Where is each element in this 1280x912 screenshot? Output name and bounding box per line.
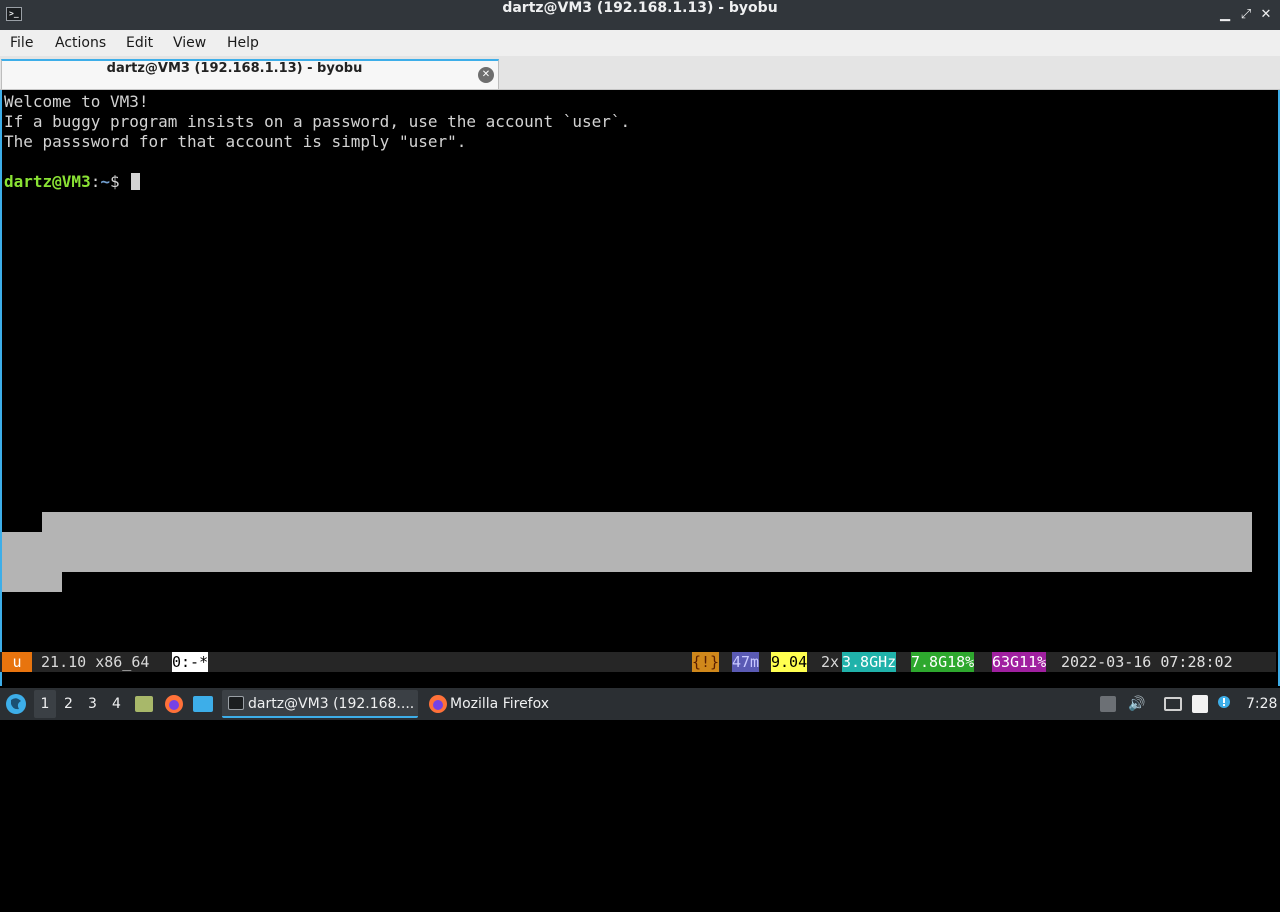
workspace-3[interactable]: 3 xyxy=(88,688,97,720)
clipboard-icon[interactable] xyxy=(1192,695,1208,713)
tab-close-icon[interactable]: ✕ xyxy=(478,67,494,83)
status-load: 9.04 xyxy=(771,652,808,672)
taskbar-window-firefox-label: Mozilla Firefox xyxy=(450,696,550,712)
workspace-1[interactable]: 1 xyxy=(34,690,56,718)
terminal-area[interactable]: Welcome to VM3! If a buggy program insis… xyxy=(0,90,1280,686)
terminal-icon xyxy=(228,696,244,710)
taskbar: 1 2 3 4 dartz@VM3 (192.168.... Mozilla F… xyxy=(0,688,1280,720)
status-cpu-count: 2x xyxy=(812,653,840,671)
menu-bar: File Actions Edit View Help xyxy=(0,30,1280,56)
status-release: 21.10 x86_64 xyxy=(32,653,159,671)
close-icon[interactable]: ✕ xyxy=(1258,6,1274,24)
menu-actions[interactable]: Actions xyxy=(55,30,106,56)
prompt-user-host: dartz@VM3 xyxy=(4,172,91,191)
prompt-colon: : xyxy=(90,172,101,191)
menu-file[interactable]: File xyxy=(10,30,33,56)
terminal-line-welcome: Welcome to VM3! xyxy=(4,92,149,111)
prompt-path: ~ xyxy=(100,172,110,191)
file-manager-icon[interactable] xyxy=(135,696,153,712)
taskbar-window-terminal[interactable]: dartz@VM3 (192.168.... xyxy=(222,690,418,718)
terminal-line-account: If a buggy program insists on a password… xyxy=(4,112,631,131)
tab-session[interactable]: dartz@VM3 (192.168.1.13) - byobu ✕ xyxy=(1,59,499,89)
menu-view[interactable]: View xyxy=(173,30,206,56)
status-disk: 63G11% xyxy=(992,652,1047,672)
menu-edit[interactable]: Edit xyxy=(126,30,153,56)
start-menu-icon[interactable] xyxy=(4,692,28,716)
menu-help[interactable]: Help xyxy=(227,30,259,56)
tab-label: dartz@VM3 (192.168.1.13) - byobu xyxy=(106,61,363,76)
notifications-icon[interactable] xyxy=(1216,694,1236,714)
gray-block-middle xyxy=(2,532,1252,572)
network-icon[interactable] xyxy=(1164,697,1182,711)
window-titlebar: >_ dartz@VM3 (192.168.1.13) - byobu ▁ ⤢ … xyxy=(0,0,1280,30)
status-cpu-freq: 3.8GHz xyxy=(842,652,897,672)
workspace-2[interactable]: 2 xyxy=(64,688,73,720)
status-memory: 7.8G18% xyxy=(911,652,975,672)
terminal-cursor xyxy=(131,173,141,190)
status-uptime: 47m xyxy=(732,652,760,672)
desktop-icon[interactable] xyxy=(193,696,213,712)
volume-icon[interactable]: 🔊 xyxy=(1128,688,1145,720)
prompt-symbol: $ xyxy=(109,172,130,191)
taskbar-window-firefox[interactable]: Mozilla Firefox xyxy=(424,690,564,718)
taskbar-window-terminal-label: dartz@VM3 (192.168.... xyxy=(248,696,415,712)
gray-block-top xyxy=(42,512,1252,532)
status-alert: {!} xyxy=(692,652,720,672)
firefox-icon xyxy=(428,694,448,714)
tray-menu-icon[interactable] xyxy=(1100,696,1116,712)
status-datetime: 2022-03-16 07:28:02 xyxy=(1052,653,1233,671)
status-window-index[interactable]: 0:-* xyxy=(172,652,209,672)
terminal-prompt-line: dartz@VM3:~$ xyxy=(4,172,141,192)
status-user-badge: u xyxy=(2,652,32,672)
gray-block-bottom xyxy=(2,572,62,592)
workspace-4[interactable]: 4 xyxy=(112,688,121,720)
byobu-status-bar: u 21.10 x86_64 0:-* {!} 47m 9.04 2x 3.8G… xyxy=(0,652,1276,672)
firefox-launcher-icon[interactable] xyxy=(164,694,184,714)
tab-bar: dartz@VM3 (192.168.1.13) - byobu ✕ xyxy=(0,56,1280,90)
terminal-line-password: The passsword for that account is simply… xyxy=(4,132,467,151)
maximize-icon[interactable]: ⤢ xyxy=(1238,6,1254,24)
taskbar-clock[interactable]: 7:28 xyxy=(1246,688,1277,720)
minimize-icon[interactable]: ▁ xyxy=(1217,6,1233,24)
window-title: dartz@VM3 (192.168.1.13) - byobu xyxy=(502,0,778,16)
